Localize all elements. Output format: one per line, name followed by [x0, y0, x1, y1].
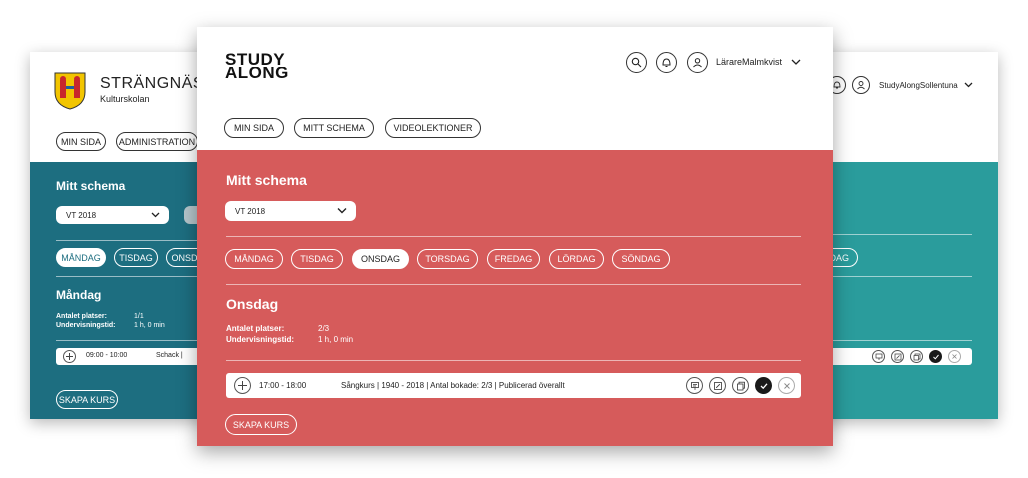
add-icon[interactable]: [63, 350, 76, 363]
edit-icon[interactable]: [891, 350, 904, 363]
day-onsdag[interactable]: ONSDAG: [352, 249, 409, 269]
term-value: VT 2018: [66, 210, 97, 220]
add-icon[interactable]: [234, 377, 251, 394]
info-label-places: Antalet platser:: [56, 313, 107, 320]
day-fredag[interactable]: FREDAG: [487, 249, 540, 269]
term-select[interactable]: VT 2018: [225, 201, 356, 221]
studyalong-window: STUDY ALONG LärareMalmkvist MIN SIDA MIT…: [197, 27, 833, 446]
info-value-places: 2/3: [318, 324, 330, 333]
course-time: 17:00 - 18:00: [259, 381, 307, 390]
user-icon[interactable]: [852, 76, 870, 94]
chevron-down-icon: [337, 208, 347, 214]
info-value-time: 1 h, 0 min: [318, 335, 354, 344]
nav-min-sida[interactable]: MIN SIDA: [56, 132, 106, 151]
chevron-down-icon: [151, 212, 160, 218]
day-sondag[interactable]: SÖNDAG: [612, 249, 670, 269]
day-mandag[interactable]: MÅNDAG: [225, 249, 283, 269]
create-course-button[interactable]: SKAPA KURS: [56, 390, 118, 409]
nav-mitt-schema[interactable]: MITT SCHEMA: [294, 118, 374, 138]
close-icon[interactable]: [778, 377, 795, 394]
info-label-places: Antalet platser:: [226, 324, 285, 333]
copy-icon[interactable]: [910, 350, 923, 363]
user-icon[interactable]: [687, 52, 708, 73]
day-title: Måndag: [56, 288, 102, 302]
info-value-places: 1/1: [134, 313, 144, 320]
day-tisdag[interactable]: TISDAG: [291, 249, 343, 269]
course-name: Schack |: [156, 352, 183, 359]
coat-of-arms-logo: [54, 72, 86, 110]
chevron-down-icon[interactable]: [791, 59, 801, 66]
course-row[interactable]: 17:00 - 18:00 Sångkurs | 1940 - 2018 | A…: [226, 373, 801, 398]
nav-min-sida[interactable]: MIN SIDA: [224, 118, 284, 138]
info-label-time: Undervisningstid:: [56, 322, 116, 329]
term-select[interactable]: VT 2018: [56, 206, 169, 224]
check-icon[interactable]: [755, 377, 772, 394]
create-course-button[interactable]: SKAPA KURS: [225, 414, 297, 435]
info-value-time: 1 h, 0 min: [134, 322, 165, 329]
section-title: Mitt schema: [226, 172, 307, 188]
section-title: Mitt schema: [56, 179, 126, 193]
close-icon[interactable]: [948, 350, 961, 363]
schedule-panel: Mitt schema VT 2018 MÅNDAG TISDAG ONSDAG…: [197, 150, 833, 446]
search-icon[interactable]: [626, 52, 647, 73]
day-title: Onsdag: [226, 296, 279, 312]
user-name[interactable]: LärareMalmkvist: [716, 57, 782, 67]
chevron-down-icon[interactable]: [964, 82, 973, 88]
nav-videolektioner[interactable]: VIDEOLEKTIONER: [385, 118, 481, 138]
presentation-icon[interactable]: [686, 377, 703, 394]
day-lordag[interactable]: LÖRDAG: [549, 249, 604, 269]
org-subtitle: Kulturskolan: [100, 94, 150, 104]
edit-icon[interactable]: [709, 377, 726, 394]
bell-icon[interactable]: [656, 52, 677, 73]
copy-icon[interactable]: [732, 377, 749, 394]
info-label-time: Undervisningstid:: [226, 335, 295, 344]
day-tisdag[interactable]: TISDAG: [114, 248, 158, 267]
nav-administration[interactable]: ADMINISTRATION: [116, 132, 198, 151]
logo-study: STUDY: [225, 50, 286, 69]
day-torsdag[interactable]: TORSDAG: [417, 249, 478, 269]
course-description: Sångkurs | 1940 - 2018 | Antal bokade: 2…: [341, 381, 565, 390]
user-name[interactable]: StudyAlongSollentuna: [879, 81, 958, 90]
term-value: VT 2018: [235, 206, 266, 216]
presentation-icon[interactable]: [872, 350, 885, 363]
check-icon[interactable]: [929, 350, 942, 363]
logo-along: ALONG: [225, 67, 289, 79]
course-time: 09:00 - 10:00: [86, 352, 128, 359]
day-mandag[interactable]: MÅNDAG: [56, 248, 106, 267]
